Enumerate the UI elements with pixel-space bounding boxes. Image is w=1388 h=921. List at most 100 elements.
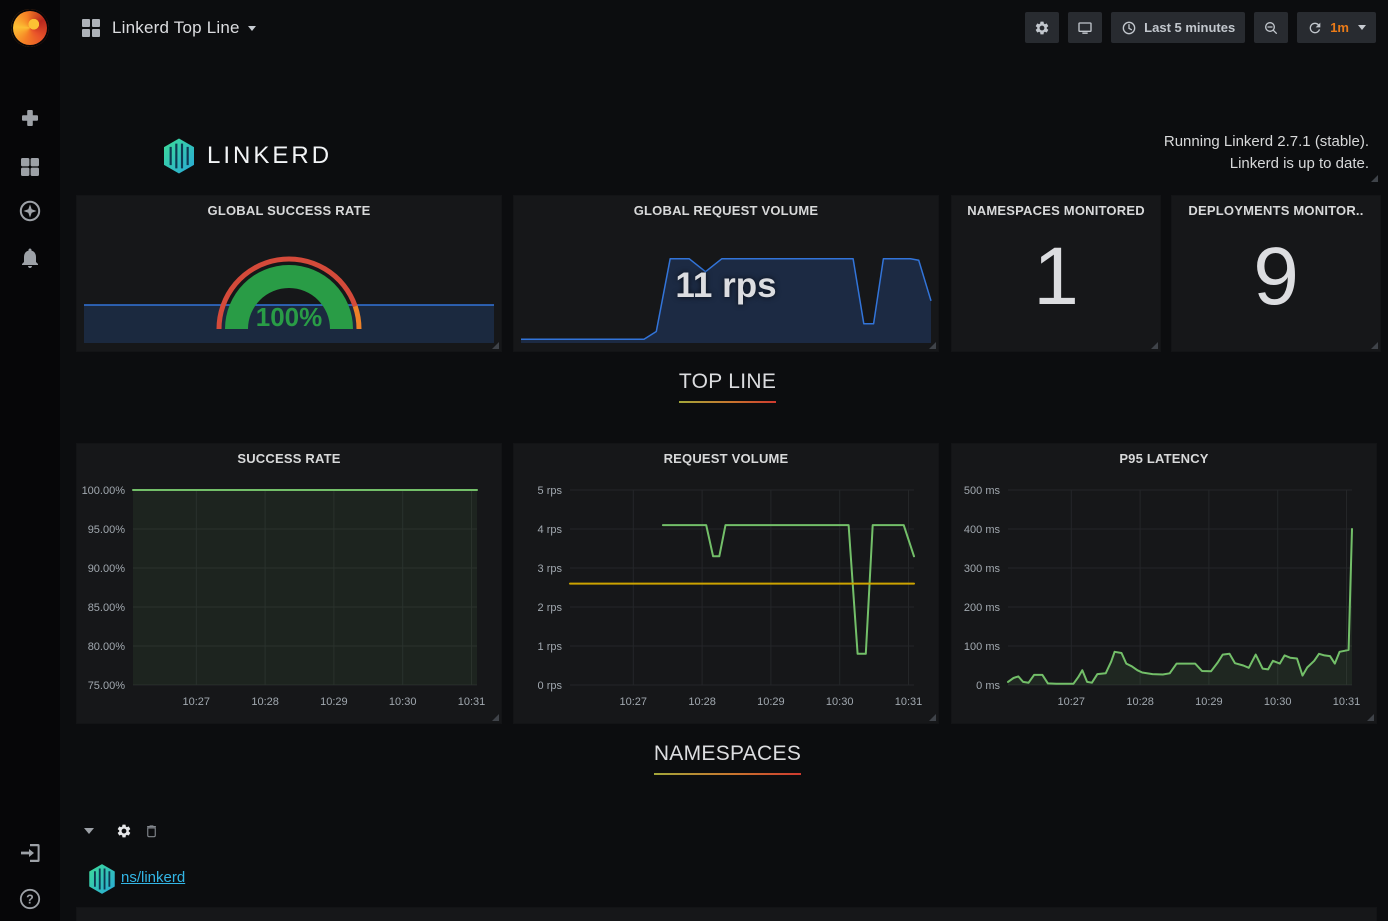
- row-settings-gear-icon[interactable]: [116, 823, 132, 839]
- clock-icon: [1121, 20, 1137, 36]
- svg-text:10:30: 10:30: [389, 696, 417, 708]
- uptodate-line: Linkerd is up to date.: [1164, 153, 1369, 175]
- row-delete-trash-icon[interactable]: [144, 823, 159, 839]
- svg-text:80.00%: 80.00%: [88, 641, 126, 653]
- svg-text:75.00%: 75.00%: [88, 680, 126, 692]
- svg-text:100 ms: 100 ms: [964, 641, 1001, 653]
- panel-resize-handle[interactable]: [492, 714, 499, 721]
- panel-title[interactable]: DEPLOYMENTS MONITOR..: [1172, 203, 1380, 218]
- panel-global-request-volume: GLOBAL REQUEST VOLUME 11 rps: [514, 196, 938, 351]
- section-top-line: TOP LINE: [75, 370, 1380, 403]
- svg-text:2 rps: 2 rps: [538, 602, 563, 614]
- section-underline: [679, 401, 776, 403]
- dashboard-title[interactable]: Linkerd Top Line: [112, 18, 240, 38]
- svg-text:10:30: 10:30: [1264, 696, 1292, 708]
- linkerd-logo-icon: [159, 135, 199, 177]
- time-range-label: Last 5 minutes: [1144, 20, 1235, 35]
- svg-text:200 ms: 200 ms: [964, 602, 1001, 614]
- monitor-icon: [1077, 20, 1093, 36]
- namespace-link[interactable]: ns/linkerd: [121, 869, 185, 886]
- success-gauge: 100%: [77, 196, 501, 351]
- panel-resize-handle[interactable]: [929, 714, 936, 721]
- linkerd-wordmark: LINKERD: [207, 142, 332, 170]
- svg-text:85.00%: 85.00%: [88, 602, 126, 614]
- header-text-panel: LINKERD Running Linkerd 2.7.1 (stable). …: [75, 58, 1380, 184]
- section-label[interactable]: TOP LINE: [679, 370, 776, 394]
- panel-resize-handle[interactable]: [1367, 714, 1374, 721]
- success-rate-chart: 75.00%80.00%85.00%90.00%95.00%100.00%10:…: [77, 472, 501, 721]
- title-caret-icon[interactable]: [248, 26, 256, 31]
- svg-text:3 rps: 3 rps: [538, 563, 563, 575]
- p95-latency-chart: 0 ms 100 ms 200 ms 300 ms 400 ms 500 ms 10:27 1…: [952, 472, 1376, 721]
- svg-text:500 ms: 500 ms: [964, 485, 1001, 497]
- panel-title[interactable]: SUCCESS RATE: [77, 451, 501, 466]
- svg-text:400 ms: 400 ms: [964, 524, 1001, 536]
- section-namespaces: NAMESPACES: [75, 742, 1380, 775]
- create-plus-icon[interactable]: [18, 106, 42, 130]
- svg-text:10:31: 10:31: [458, 696, 486, 708]
- namespaces-count: 1: [952, 222, 1160, 332]
- svg-text:10:31: 10:31: [1333, 696, 1361, 708]
- svg-text:1 rps: 1 rps: [538, 641, 563, 653]
- panel-title[interactable]: REQUEST VOLUME: [514, 451, 938, 466]
- version-line: Running Linkerd 2.7.1 (stable).: [1164, 131, 1369, 153]
- dashboards-icon[interactable]: [18, 155, 42, 179]
- svg-text:300 ms: 300 ms: [964, 563, 1001, 575]
- panel-resize-handle[interactable]: [492, 342, 499, 349]
- svg-text:10:29: 10:29: [757, 696, 785, 708]
- svg-text:10:28: 10:28: [688, 696, 716, 708]
- svg-text:100%: 100%: [256, 302, 323, 332]
- refresh-picker[interactable]: 1m: [1297, 12, 1376, 43]
- panel-namespaces-monitored: NAMESPACES MONITORED 1: [952, 196, 1160, 351]
- svg-text:10:27: 10:27: [620, 696, 648, 708]
- svg-text:10:28: 10:28: [1126, 696, 1154, 708]
- refresh-icon: [1307, 20, 1323, 36]
- linkerd-brand: LINKERD: [159, 135, 332, 177]
- row-collapse-chevron-icon[interactable]: [84, 828, 94, 834]
- request-volume-value: 11 rps: [514, 266, 938, 306]
- panel-resize-handle[interactable]: [1151, 342, 1158, 349]
- next-panel-edge: [77, 908, 1376, 921]
- panel-global-success-rate: 100% GLOBAL SUCCESS RATE: [77, 196, 501, 351]
- grafana-logo-icon[interactable]: [11, 9, 49, 47]
- dashboard-grid-icon: [82, 19, 100, 37]
- time-range-picker[interactable]: Last 5 minutes: [1111, 12, 1245, 43]
- tv-mode-button[interactable]: [1068, 12, 1102, 43]
- settings-button[interactable]: [1025, 12, 1059, 43]
- grafana-dashboard: { "topnav": { "title": "Linkerd Top Line…: [0, 0, 1388, 921]
- help-icon[interactable]: ?: [18, 887, 42, 911]
- top-navbar: Linkerd Top Line Last 5 minutes 1m: [60, 0, 1388, 56]
- request-volume-chart: 0 rps 1 rps 2 rps 3 rps 4 rps 5 rps 10:27 10:28…: [514, 472, 938, 721]
- panel-p95-latency: P95 LATENCY 0 ms 100 ms 200 ms 300 ms 400 ms…: [952, 444, 1376, 723]
- section-underline: [654, 773, 801, 775]
- panel-title[interactable]: GLOBAL REQUEST VOLUME: [514, 203, 938, 218]
- svg-text:10:29: 10:29: [1195, 696, 1223, 708]
- zoom-out-button[interactable]: [1254, 12, 1288, 43]
- svg-text:4 rps: 4 rps: [538, 524, 563, 536]
- panel-resize-handle[interactable]: [1371, 175, 1378, 182]
- panel-title[interactable]: P95 LATENCY: [952, 451, 1376, 466]
- svg-text:0 ms: 0 ms: [976, 680, 1000, 692]
- section-label[interactable]: NAMESPACES: [654, 742, 801, 766]
- panel-success-rate: SUCCESS RATE 75.00%80.00%85.00%90.00%95.…: [77, 444, 501, 723]
- refresh-caret-icon: [1358, 25, 1366, 30]
- sign-in-icon[interactable]: [18, 841, 42, 865]
- svg-text:5 rps: 5 rps: [538, 485, 563, 497]
- alerting-bell-icon[interactable]: [18, 246, 42, 270]
- svg-text:10:27: 10:27: [1058, 696, 1086, 708]
- panel-resize-handle[interactable]: [929, 342, 936, 349]
- row-header-top-line[interactable]: TOP LINE: [679, 370, 776, 403]
- svg-text:?: ?: [26, 892, 34, 906]
- panel-deployments-monitored: DEPLOYMENTS MONITOR.. 9: [1172, 196, 1380, 351]
- row-header-namespaces[interactable]: NAMESPACES: [654, 742, 801, 775]
- panel-resize-handle[interactable]: [1371, 342, 1378, 349]
- svg-text:10:29: 10:29: [320, 696, 348, 708]
- svg-text:95.00%: 95.00%: [88, 524, 126, 536]
- svg-text:0 rps: 0 rps: [538, 680, 563, 692]
- panel-request-volume: REQUEST VOLUME 0 rps 1 rps 2 rps 3 rps 4 rps…: [514, 444, 938, 723]
- panel-title[interactable]: NAMESPACES MONITORED: [952, 203, 1160, 218]
- sidebar: ?: [0, 0, 60, 921]
- version-status-text: Running Linkerd 2.7.1 (stable). Linkerd …: [1164, 131, 1369, 175]
- panel-title[interactable]: GLOBAL SUCCESS RATE: [77, 203, 501, 218]
- explore-compass-icon[interactable]: [18, 199, 42, 223]
